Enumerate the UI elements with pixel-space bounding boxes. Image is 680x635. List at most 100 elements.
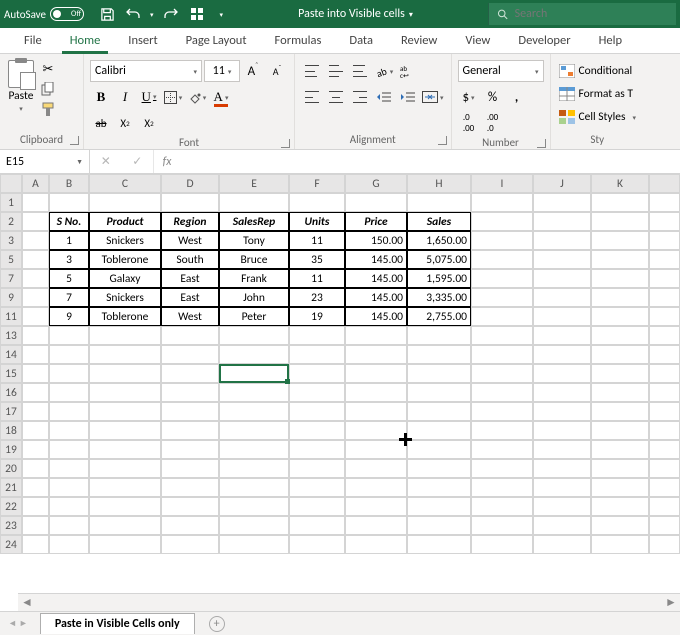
cell[interactable]	[591, 402, 649, 421]
cell[interactable]	[161, 402, 219, 421]
superscript-button[interactable]: X2	[138, 112, 160, 134]
cell[interactable]	[407, 402, 471, 421]
cell[interactable]	[289, 516, 345, 535]
cell[interactable]: 5	[49, 269, 89, 288]
col-header[interactable]: J	[533, 174, 591, 193]
cell[interactable]: Price	[345, 212, 407, 231]
cell[interactable]	[533, 383, 591, 402]
cell[interactable]	[471, 497, 533, 516]
cell[interactable]	[89, 516, 161, 535]
cell[interactable]	[289, 497, 345, 516]
cell[interactable]	[89, 402, 161, 421]
cell[interactable]	[22, 269, 49, 288]
cell[interactable]	[49, 364, 89, 383]
cell[interactable]	[22, 383, 49, 402]
col-header[interactable]: G	[345, 174, 407, 193]
cell[interactable]	[49, 193, 89, 212]
cell[interactable]	[533, 345, 591, 364]
row-header[interactable]: 11	[0, 307, 22, 326]
row-header[interactable]: 24	[0, 535, 22, 554]
cell[interactable]	[161, 478, 219, 497]
cell[interactable]	[22, 212, 49, 231]
decrease-font-size[interactable]: Aˇ	[266, 60, 288, 82]
cell[interactable]	[89, 421, 161, 440]
cell[interactable]	[22, 193, 49, 212]
cell[interactable]: Galaxy	[89, 269, 161, 288]
cell[interactable]	[407, 383, 471, 402]
cell[interactable]: 11	[289, 269, 345, 288]
cell[interactable]	[407, 535, 471, 554]
tab-data[interactable]: Data	[335, 28, 387, 53]
cell[interactable]	[89, 497, 161, 516]
cell[interactable]: Tony	[219, 231, 289, 250]
row-header[interactable]: 13	[0, 326, 22, 345]
tab-formulas[interactable]: Formulas	[261, 28, 336, 53]
copy-icon[interactable]	[39, 80, 57, 98]
cell[interactable]: Units	[289, 212, 345, 231]
align-bottom[interactable]	[349, 60, 371, 82]
cell[interactable]: 9	[49, 307, 89, 326]
cell[interactable]: 145.00	[345, 307, 407, 326]
cell[interactable]	[22, 440, 49, 459]
row-header[interactable]: 2	[0, 212, 22, 231]
cell[interactable]: 145.00	[345, 250, 407, 269]
cell[interactable]	[471, 345, 533, 364]
align-middle[interactable]	[325, 60, 347, 82]
cell[interactable]	[591, 193, 649, 212]
cell[interactable]	[407, 459, 471, 478]
redo-icon[interactable]	[162, 5, 180, 23]
cell[interactable]: East	[161, 269, 219, 288]
cell[interactable]: Peter	[219, 307, 289, 326]
cell[interactable]	[22, 421, 49, 440]
cell[interactable]	[49, 440, 89, 459]
cell[interactable]	[289, 402, 345, 421]
cell[interactable]	[407, 478, 471, 497]
cell[interactable]	[591, 497, 649, 516]
cell[interactable]	[161, 326, 219, 345]
cut-icon[interactable]: ✂	[39, 60, 57, 78]
cell[interactable]	[407, 364, 471, 383]
row-header[interactable]: 19	[0, 440, 22, 459]
cell[interactable]	[345, 364, 407, 383]
scroll-left[interactable]: ◄	[18, 595, 36, 610]
cell[interactable]	[591, 364, 649, 383]
col-header[interactable]: A	[22, 174, 49, 193]
row-header[interactable]: 22	[0, 497, 22, 516]
cell[interactable]	[471, 535, 533, 554]
format-painter-icon[interactable]	[39, 100, 57, 118]
cell[interactable]	[219, 497, 289, 516]
cell[interactable]	[345, 193, 407, 212]
col-header[interactable]: B	[49, 174, 89, 193]
cell[interactable]: S No.	[49, 212, 89, 231]
cell[interactable]	[471, 326, 533, 345]
cell[interactable]	[89, 193, 161, 212]
cell[interactable]	[219, 326, 289, 345]
cell[interactable]	[89, 440, 161, 459]
cell[interactable]	[533, 364, 591, 383]
cell[interactable]	[22, 326, 49, 345]
cell[interactable]	[345, 421, 407, 440]
cell[interactable]	[471, 231, 533, 250]
decrease-decimal[interactable]: .00.0	[482, 112, 504, 134]
sheet-nav-first[interactable]: ◄	[8, 618, 17, 629]
cell[interactable]	[407, 440, 471, 459]
cell[interactable]: East	[161, 288, 219, 307]
tab-page-layout[interactable]: Page Layout	[172, 28, 261, 53]
enter-formula-icon[interactable]: ✓	[132, 154, 142, 169]
cell[interactable]	[345, 535, 407, 554]
cell[interactable]	[407, 497, 471, 516]
cell[interactable]	[345, 440, 407, 459]
cell[interactable]	[471, 402, 533, 421]
percent-format[interactable]: %	[482, 86, 504, 108]
decrease-indent[interactable]	[373, 86, 395, 108]
cell[interactable]	[49, 326, 89, 345]
cell[interactable]	[345, 383, 407, 402]
cell[interactable]	[345, 402, 407, 421]
search-input[interactable]	[515, 7, 668, 21]
cell[interactable]	[591, 478, 649, 497]
col-header[interactable]: K	[591, 174, 649, 193]
align-center[interactable]	[325, 86, 347, 108]
cell[interactable]	[49, 497, 89, 516]
cell[interactable]: 5,075.00	[407, 250, 471, 269]
merge-button[interactable]	[421, 86, 445, 108]
